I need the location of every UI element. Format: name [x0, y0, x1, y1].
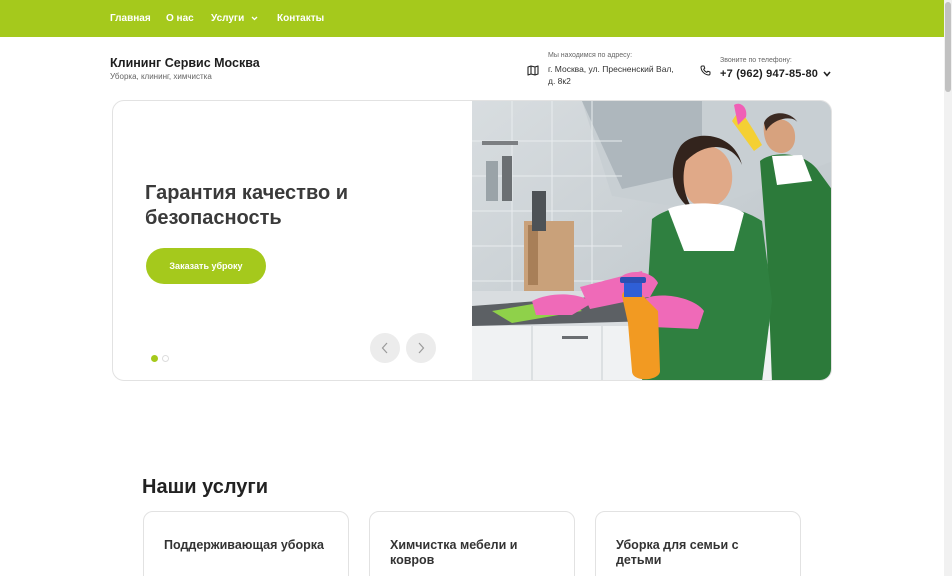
nav-item-services-label: Услуги: [211, 13, 245, 25]
chevron-right-icon: [418, 342, 425, 354]
nav-item-contacts[interactable]: Контакты: [277, 12, 324, 25]
site-subtitle: Уборка, клининг, химчистка: [110, 72, 212, 81]
service-card-title: Поддерживающая уборка: [164, 538, 325, 552]
top-navigation-bar: Главная О нас Услуги Контакты: [0, 0, 944, 37]
nav-item-services[interactable]: Услуги: [211, 12, 258, 25]
phone-label: Звоните по телефону:: [720, 57, 792, 64]
page-scrollbar[interactable]: [944, 0, 952, 576]
slider-dot-active[interactable]: [151, 355, 158, 362]
hero-title: Гарантия качество и безопасность: [145, 182, 349, 229]
scrollbar-thumb[interactable]: [945, 2, 951, 92]
service-card-title: Уборка для семьи с детьми: [616, 538, 739, 567]
hero-photo-cleaners: [472, 101, 831, 380]
service-card[interactable]: Химчистка мебели и ковров: [369, 511, 575, 576]
phone-icon: [700, 63, 711, 81]
slider-prev-button[interactable]: [370, 333, 400, 363]
hero-slider: Гарантия качество и безопасность Заказат…: [112, 100, 832, 381]
nav-item-home[interactable]: Главная: [110, 12, 151, 25]
phone-number[interactable]: +7 (962) 947-85-80: [720, 68, 818, 80]
slider-next-button[interactable]: [406, 333, 436, 363]
order-cleaning-button[interactable]: Заказать уброку: [146, 248, 266, 284]
address-value: г. Москва, ул. Пресненский Вал, д. 8к2: [548, 64, 674, 86]
site-title[interactable]: Клининг Сервис Москва: [110, 56, 260, 70]
slider-dot[interactable]: [162, 355, 169, 362]
chevron-down-icon[interactable]: [823, 64, 831, 82]
chevron-down-icon: [251, 12, 258, 25]
map-icon: [527, 63, 539, 81]
service-card[interactable]: Уборка для семьи с детьми: [595, 511, 801, 576]
chevron-left-icon: [381, 342, 388, 354]
address-label: Мы находимся по адресу:: [548, 52, 633, 59]
service-card[interactable]: Поддерживающая уборка: [143, 511, 349, 576]
services-heading: Наши услуги: [142, 476, 269, 498]
service-card-title: Химчистка мебели и ковров: [390, 538, 518, 567]
nav-item-about[interactable]: О нас: [166, 12, 194, 25]
